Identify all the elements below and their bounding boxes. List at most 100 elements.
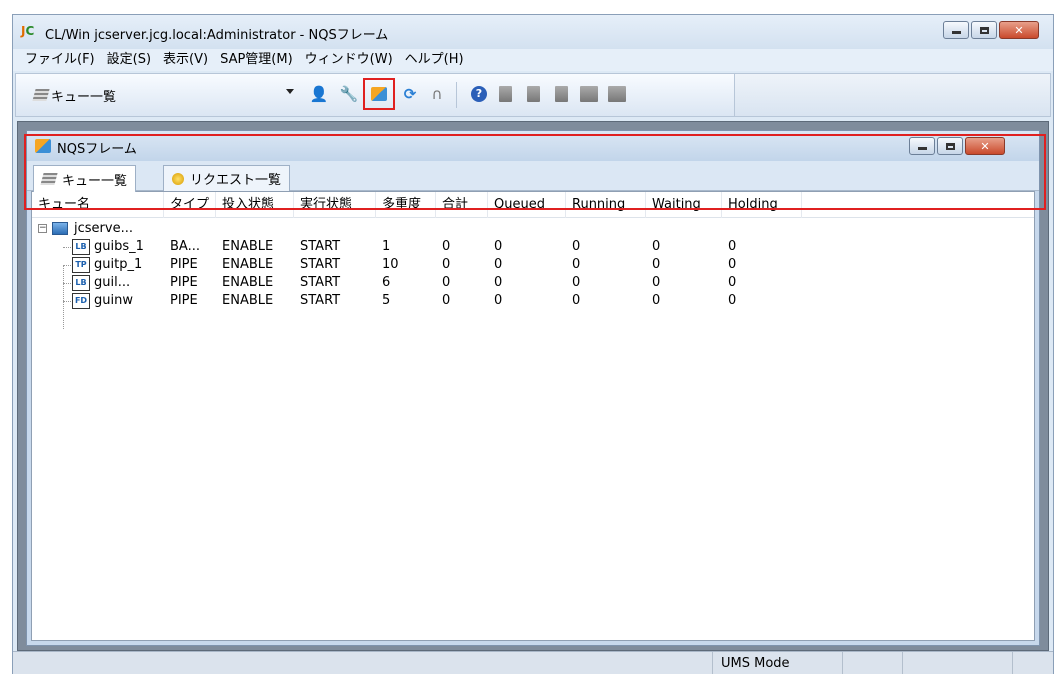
status-cell (903, 652, 1013, 674)
column-header[interactable]: Holding (722, 192, 802, 218)
queue-name: guibs_1 (94, 239, 144, 254)
close-button[interactable]: ✕ (999, 21, 1039, 39)
table-row[interactable]: TP guitp_1 PIPE ENABLE START 10 0 0 0 0 0 (32, 256, 1034, 274)
table-body: − jcserve... LB guibs_1 BA... ENABLE START 1 0… (32, 220, 1034, 329)
app-logo: JC (21, 24, 35, 38)
cell-total: 0 (442, 275, 451, 290)
nqs-frame-icon (35, 139, 51, 153)
help-button[interactable]: ? (468, 83, 490, 105)
cell-queued: 0 (494, 239, 503, 254)
menu-window[interactable]: ウィンドウ(W) (299, 49, 399, 71)
cell-waiting: 0 (652, 293, 661, 308)
column-header[interactable]: キュー名 (32, 192, 164, 218)
cell-holding: 0 (728, 275, 737, 290)
close-icon: ✕ (1014, 23, 1024, 37)
cell-queued: 0 (494, 257, 503, 272)
column-header[interactable]: 投入状態 (216, 192, 294, 218)
inner-close-button[interactable]: ✕ (965, 137, 1005, 155)
user-button[interactable]: 👤 (308, 83, 330, 105)
cell-running: 0 (572, 257, 581, 272)
menu-file[interactable]: ファイル(F) (19, 49, 101, 71)
doc3-button[interactable] (550, 83, 572, 105)
cell-type: PIPE (170, 275, 198, 290)
cell-type: PIPE (170, 293, 198, 308)
server-node[interactable]: − jcserve... (32, 220, 272, 238)
cell-submit: ENABLE (222, 239, 274, 254)
nqs-frame-icon (371, 87, 387, 101)
queue-icon: LB (72, 275, 90, 291)
status-bar: UMS Mode (13, 651, 1053, 674)
doc2-button[interactable] (522, 83, 544, 105)
table-row[interactable]: LB guibs_1 BA... ENABLE START 1 0 0 0 0 0 (32, 238, 1034, 256)
stop-button[interactable]: ∩ (426, 83, 448, 105)
tools-button[interactable]: 🔧 (338, 83, 360, 105)
tab-request-list[interactable]: リクエスト一覧 (163, 165, 291, 191)
queue-name-cell: TP guitp_1 (32, 256, 164, 274)
column-header[interactable]: 合計 (436, 192, 488, 218)
column-header[interactable]: Running (566, 192, 646, 218)
maximize-button[interactable] (971, 21, 997, 39)
title-bar[interactable]: JC CL/Win jcserver.jcg.local:Administrat… (13, 15, 1053, 49)
inner-window-controls: ✕ (909, 137, 1005, 155)
menu-settings[interactable]: 設定(S) (101, 49, 157, 71)
column-header[interactable]: 多重度 (376, 192, 436, 218)
transfer-button[interactable] (606, 83, 628, 105)
cell-multi: 1 (382, 239, 391, 254)
queue-name: guil... (94, 275, 131, 290)
view-select-value: キュー一覧 (51, 89, 117, 105)
tab-queue-list[interactable]: キュー一覧 (33, 165, 137, 192)
cell-running: 0 (572, 275, 581, 290)
job-button[interactable] (578, 83, 600, 105)
cell-holding: 0 (728, 239, 737, 254)
table-row[interactable]: FD guinw PIPE ENABLE START 5 0 0 0 0 0 (32, 292, 1034, 310)
column-header[interactable]: Waiting (646, 192, 722, 218)
cell-total: 0 (442, 239, 451, 254)
tab-queue-list-label: キュー一覧 (62, 173, 128, 189)
cell-total: 0 (442, 293, 451, 308)
cell-run: START (300, 239, 341, 254)
column-header[interactable]: Queued (488, 192, 566, 218)
tab-request-list-label: リクエスト一覧 (190, 173, 282, 188)
menu-view[interactable]: 表示(V) (157, 49, 214, 71)
view-select[interactable]: キュー一覧 (28, 84, 294, 106)
cell-queued: 0 (494, 293, 503, 308)
maximize-icon (945, 142, 955, 150)
server-row[interactable]: − jcserve... (32, 220, 1034, 238)
table-row[interactable]: LB guil... PIPE ENABLE START 6 0 0 0 0 0 (32, 274, 1034, 292)
minimize-icon (917, 147, 927, 150)
refresh-button[interactable]: ⟳ (399, 83, 421, 105)
queue-table: キュー名 タイプ 投入状態 実行状態 多重度 合計 Queued Running… (31, 191, 1035, 641)
inner-title-bar[interactable]: NQSフレーム ✕ (27, 131, 1039, 161)
close-icon: ✕ (980, 139, 990, 153)
queue-icon: FD (72, 293, 90, 309)
queue-name-cell: FD guinw (32, 292, 164, 310)
minimize-button[interactable] (943, 21, 969, 39)
cell-multi: 5 (382, 293, 391, 308)
help-icon: ? (471, 86, 487, 102)
queue-list-icon (32, 89, 50, 101)
transfer-icon (608, 86, 626, 102)
inner-maximize-button[interactable] (937, 137, 963, 155)
cell-submit: ENABLE (222, 257, 274, 272)
cell-multi: 6 (382, 275, 391, 290)
inner-minimize-button[interactable] (909, 137, 935, 155)
table-header: キュー名 タイプ 投入状態 実行状態 多重度 合計 Queued Running… (32, 192, 1034, 218)
toolbar-empty-area (735, 73, 1051, 117)
window-title: CL/Win jcserver.jcg.local:Administrator … (45, 28, 389, 43)
menu-sap[interactable]: SAP管理(M) (214, 49, 299, 71)
dropdown-arrow-icon[interactable] (286, 89, 294, 94)
collapse-icon[interactable]: − (38, 224, 47, 233)
window-controls: ✕ (943, 21, 1039, 39)
nqs-frame-button[interactable] (363, 78, 395, 110)
column-header[interactable]: タイプ (164, 192, 216, 218)
cell-run: START (300, 257, 341, 272)
cell-type: BA... (170, 239, 200, 254)
doc-button[interactable] (494, 83, 516, 105)
menu-help[interactable]: ヘルプ(H) (399, 49, 470, 71)
cell-submit: ENABLE (222, 275, 274, 290)
mdi-area: NQSフレーム ✕ キュー一覧 リクエスト一覧 キュー名 タイプ 投入状態 実行… (17, 121, 1049, 651)
toolbar-separator (456, 82, 457, 108)
document-icon (554, 86, 568, 102)
column-header[interactable]: 実行状態 (294, 192, 376, 218)
queue-name: guinw (94, 293, 133, 308)
